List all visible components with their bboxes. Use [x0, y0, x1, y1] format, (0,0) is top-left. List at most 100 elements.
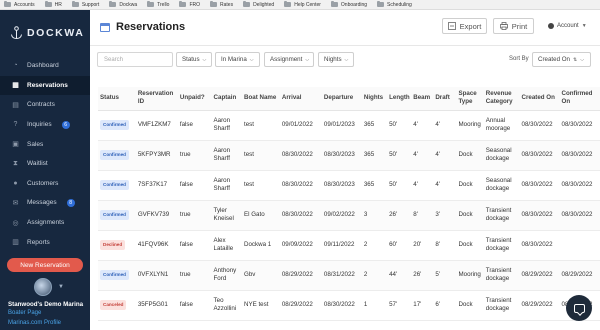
sidebar-item-reservations[interactable]: ▦ Reservations [0, 75, 90, 96]
bookmark-item[interactable]: Rates [210, 1, 233, 8]
bookmark-item[interactable]: Scheduling [377, 1, 412, 8]
column-header[interactable]: Confirmed On [559, 87, 600, 111]
bookmark-item[interactable]: FRO [179, 1, 201, 8]
bookmark-label: FRO [189, 1, 201, 8]
bookmark-item[interactable]: Support [71, 1, 99, 8]
table-row[interactable]: Confirmed 5KFPY3MR true Aaron Sharff test 08/… [98, 140, 600, 171]
search-input[interactable]: Search [97, 52, 173, 67]
cell-nights: 1 [361, 290, 388, 321]
cell-confirmed: 08/30/2022 [559, 140, 600, 171]
bookmark-item[interactable]: Help Center [284, 1, 321, 8]
marinas-profile-link[interactable]: Marinas.com Profile [8, 320, 61, 326]
account-menu[interactable]: Account ▼ [548, 23, 587, 29]
assignment-filter[interactable]: Assignment ⌵ [264, 52, 314, 67]
bookmark-label: Accounts [14, 1, 35, 8]
cell-status: Confirmed [98, 110, 136, 141]
bookmark-item[interactable]: Accounts [4, 1, 35, 8]
sidebar-item-label: Sales [27, 140, 44, 148]
chevron-down-icon[interactable]: ▼ [58, 284, 64, 290]
table-row[interactable]: Confirmed 0VFXLYN1 true Anthony Ford Gbv 08/2… [98, 260, 600, 291]
sort-select[interactable]: Created On ⇅ ⌵ [532, 52, 591, 67]
column-header[interactable]: Departure [321, 87, 362, 111]
column-header[interactable]: Status [98, 87, 136, 111]
logo-text: DOCKWA [27, 27, 85, 39]
print-button[interactable]: Print [493, 18, 534, 34]
folder-icon [71, 1, 79, 7]
table-row[interactable]: Confirmed GVFKV739 true Tyler Kneisel El Gat… [98, 200, 600, 231]
sidebar-item-contracts[interactable]: ▤ Contracts [0, 95, 90, 115]
user-menu[interactable]: ▼ [34, 278, 64, 296]
column-header[interactable]: Nights [361, 87, 388, 111]
bookmark-item[interactable]: HR [44, 1, 62, 8]
cell-boat: test [242, 170, 280, 201]
table-row[interactable]: Confirmed VMF1ZKM7 false Aaron Sharff test 09… [98, 110, 600, 141]
sidebar-item-sales[interactable]: ▣ Sales [0, 134, 90, 154]
status-badge: Confirmed [100, 180, 129, 190]
bookmark-item[interactable]: Delighted [243, 1, 274, 8]
sidebar-item-messages[interactable]: ✉ Messages 8 [0, 193, 90, 213]
column-header[interactable]: Beam [411, 87, 434, 111]
reservations-table-container: Status Reservation ID Unpaid? Captain Boat N… [98, 87, 600, 330]
column-header[interactable]: Arrival [279, 87, 322, 111]
cell-created: 08/29/2022 [519, 260, 560, 291]
column-header[interactable]: Boat Name [242, 87, 280, 111]
avatar[interactable] [34, 278, 52, 296]
document-icon: ▤ [12, 101, 19, 109]
bookmark-item[interactable]: Trello [147, 1, 169, 8]
column-header[interactable]: Draft [433, 87, 457, 111]
cell-arrival: 09/09/2022 [279, 230, 322, 261]
sidebar-item-assignments[interactable]: ◎ Assignments [0, 213, 90, 233]
sidebar-item-label: Waitlist [27, 160, 48, 168]
status-badge: Confirmed [100, 210, 129, 220]
sidebar-item-waitlist[interactable]: ⧗ Waitlist [0, 154, 90, 174]
bookmark-item[interactable]: Dockwa [109, 1, 137, 8]
cell-id: 7SF37K17 [135, 170, 178, 201]
sidebar-item-reports[interactable]: ▥ Reports [0, 232, 90, 252]
sort-select-value: Created On [538, 56, 570, 63]
cell-arrival: 08/30/2022 [279, 170, 322, 201]
table-row[interactable]: Declined 41FQV96K false Alex Lataille Dockwa… [98, 230, 600, 261]
cell-revenue: Seasonal dockage [483, 140, 520, 171]
cell-space: Dock [456, 200, 484, 231]
cell-arrival: 08/29/2022 [279, 290, 322, 321]
bookmark-item[interactable]: Onboarding [330, 1, 367, 8]
column-header[interactable]: Created On [519, 87, 560, 111]
sidebar-item-dashboard[interactable]: ◔ Dashboard [0, 56, 90, 76]
status-filter[interactable]: Status ⌵ [176, 52, 212, 67]
column-header[interactable]: Space Type [456, 87, 484, 111]
cell-beam: 4' [411, 170, 434, 201]
cell-status: Confirmed [98, 140, 136, 171]
column-header[interactable]: Reservation ID [135, 87, 178, 111]
cell-beam: 4' [411, 110, 434, 141]
cell-created: 08/30/2022 [519, 170, 560, 201]
cell-draft: 8' [433, 230, 457, 261]
cell-length: 50' [387, 140, 412, 171]
cell-draft: 5' [433, 260, 457, 291]
sidebar-item-inquiries[interactable]: ? Inquiries 6 [0, 115, 90, 135]
table-row[interactable]: Canceled 35FP5G01 false Teo Azzollini NYE te… [98, 290, 600, 321]
column-header[interactable]: Revenue Category [483, 87, 520, 111]
cell-id: 35FP5G01 [135, 290, 178, 321]
person-icon: ● [13, 179, 18, 187]
cell-arrival: 08/29/2022 [279, 260, 322, 291]
cell-space: Dock [456, 290, 484, 321]
column-header[interactable]: Unpaid? [177, 87, 212, 111]
cell-unpaid: false [177, 110, 212, 141]
chat-button[interactable] [566, 295, 592, 321]
cell-beam: 4' [411, 140, 434, 171]
export-button[interactable]: Export [442, 18, 487, 34]
column-header[interactable]: Length [387, 87, 412, 111]
cell-draft: 6' [433, 290, 457, 321]
nights-filter[interactable]: Nights ⌵ [318, 52, 354, 67]
count-badge: 6 [61, 120, 70, 129]
sidebar-item-label: Inquiries [27, 121, 52, 129]
new-reservation-button[interactable]: New Reservation [7, 258, 83, 272]
table-row[interactable]: Confirmed 7SF37K17 false Aaron Sharff test 08… [98, 170, 600, 201]
in-marina-filter[interactable]: In Marina ⌵ [215, 52, 260, 67]
boater-page-link[interactable]: Boater Page [8, 310, 41, 316]
sidebar-item-label: Contracts [27, 101, 55, 109]
sidebar-item-customers[interactable]: ● Customers [0, 174, 90, 194]
column-header[interactable]: Captain [211, 87, 243, 111]
cell-revenue: Transient dockage [483, 200, 520, 231]
dockwa-logo[interactable]: DOCKWA [10, 26, 84, 40]
